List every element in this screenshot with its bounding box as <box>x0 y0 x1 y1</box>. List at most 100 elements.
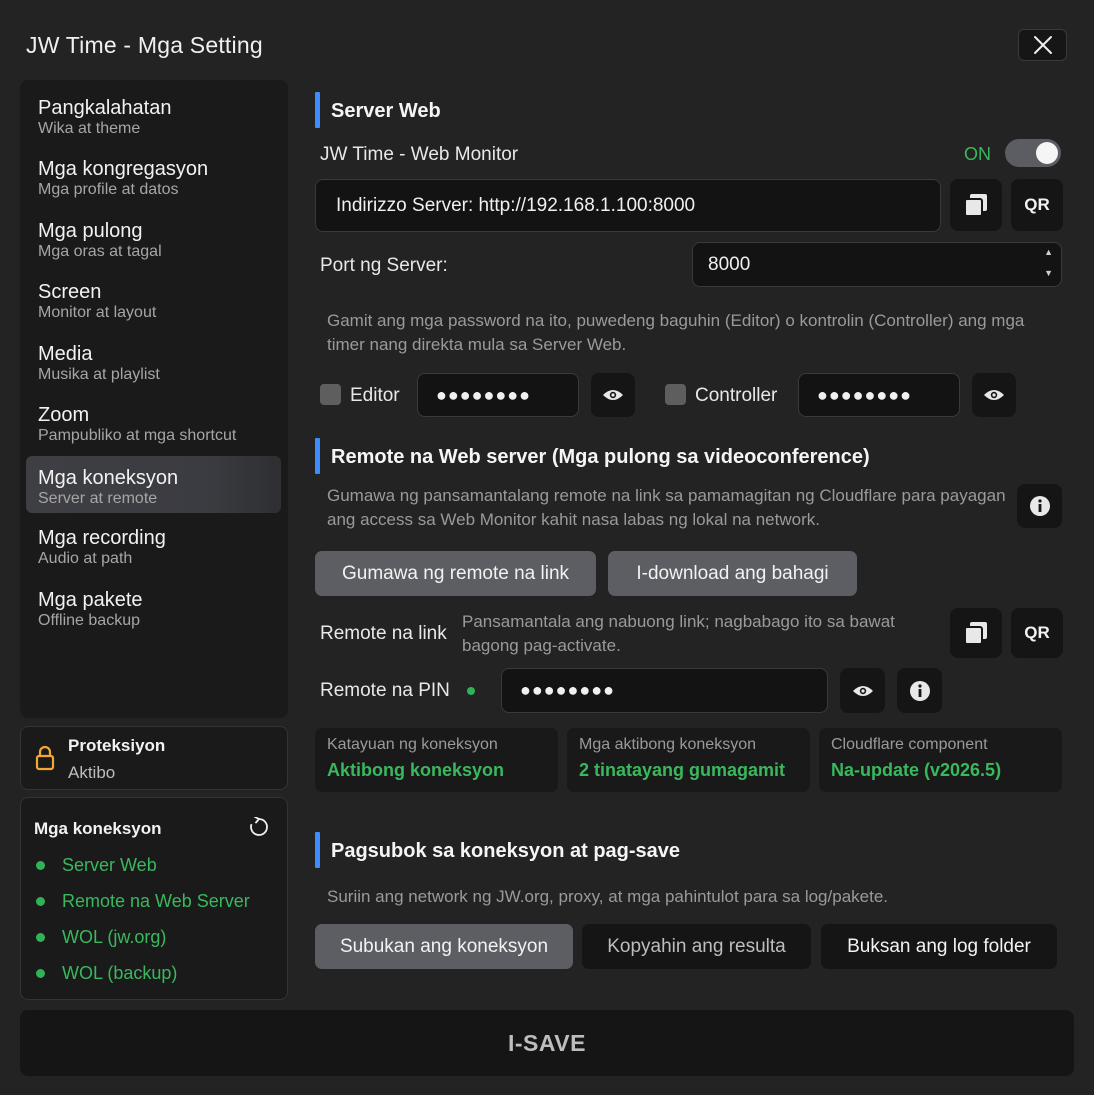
stat-label: Mga aktibong koneksyon <box>579 736 756 753</box>
sidebar-item-sub: Server at remote <box>38 490 158 507</box>
stat-label: Cloudflare component <box>831 736 988 753</box>
remote-pin-input[interactable]: ●●●●●●●● <box>501 668 828 713</box>
sidebar-item-zoom[interactable]: Zoom Pampubliko at mga shortcut <box>26 401 281 458</box>
controller-show-password-button[interactable] <box>972 373 1016 417</box>
spin-up-icon[interactable]: ▲ <box>1044 247 1053 257</box>
connection-item-wol-jw: WOL (jw.org) <box>36 927 166 948</box>
sidebar-item-recording[interactable]: Mga recording Audio at path <box>26 524 281 581</box>
copy-result-button[interactable]: Kopyahin ang resulta <box>582 924 811 969</box>
create-remote-link-button[interactable]: Gumawa ng remote na link <box>315 551 596 596</box>
connection-item-remote: Remote na Web Server <box>36 891 250 912</box>
spin-down-icon[interactable]: ▼ <box>1044 268 1053 278</box>
section-title-test: Pagsubok sa koneksyon at pag-save <box>331 840 681 862</box>
qr-button[interactable]: QR <box>1011 179 1063 231</box>
sidebar-item-label: Zoom <box>38 404 90 426</box>
connections-status-card: Mga koneksyon Server Web Remote na Web S… <box>20 797 288 1000</box>
toggle-knob <box>1036 142 1058 164</box>
pin-status-dot <box>467 687 475 695</box>
stat-cloudflare-component: Cloudflare component Na-update (v2026.5) <box>819 728 1062 792</box>
sidebar-item-pulong[interactable]: Mga pulong Mga oras at tagal <box>26 217 281 274</box>
section-accent-bar <box>315 832 320 868</box>
sidebar-item-label: Mga kongregasyon <box>38 158 209 180</box>
status-dot <box>36 969 45 978</box>
save-button[interactable]: I-SAVE <box>20 1010 1074 1076</box>
remote-description: Gumawa ng pansamantalang remote na link … <box>327 486 1006 529</box>
sidebar-item-pangkalahatan[interactable]: Pangkalahatan Wika at theme <box>26 94 281 151</box>
download-component-button[interactable]: I-download ang bahagi <box>608 551 857 596</box>
editor-password-input[interactable]: ●●●●●●●● <box>417 373 579 417</box>
lock-icon <box>35 745 55 771</box>
editor-label: Editor <box>350 385 400 406</box>
sidebar-item-sub: Mga profile at datos <box>38 181 179 198</box>
protection-title: Proteksiyon <box>68 736 166 755</box>
sidebar-item-screen[interactable]: Screen Monitor at layout <box>26 278 281 335</box>
web-monitor-label: JW Time - Web Monitor <box>320 144 519 165</box>
stat-connection-status: Katayuan ng koneksyon Aktibong koneksyon <box>315 728 558 792</box>
sidebar-item-label: Media <box>38 343 93 365</box>
sidebar-item-sub: Offline backup <box>38 612 140 629</box>
section-title-remote: Remote na Web server (Mga pulong sa vide… <box>331 446 870 468</box>
pin-info-button[interactable] <box>897 668 942 713</box>
copy-address-button[interactable] <box>950 179 1002 231</box>
web-monitor-toggle[interactable] <box>1005 139 1061 167</box>
controller-password-input[interactable]: ●●●●●●●● <box>798 373 960 417</box>
sidebar-item-sub: Musika at playlist <box>38 366 160 383</box>
copy-remote-link-button[interactable] <box>950 608 1002 658</box>
test-description: Suriin ang network ng JW.org, proxy, at … <box>327 887 888 906</box>
refresh-icon[interactable] <box>249 817 269 837</box>
sidebar-item-label: Mga koneksyon <box>38 467 179 489</box>
remote-pin-label: Remote na PIN <box>320 680 450 701</box>
qr-label: QR <box>1024 195 1050 214</box>
info-icon <box>909 680 930 701</box>
copy-icon <box>964 622 987 645</box>
remote-info-button[interactable] <box>1017 484 1062 528</box>
connections-title: Mga koneksyon <box>34 819 162 838</box>
controller-checkbox[interactable] <box>665 384 686 405</box>
port-input[interactable]: 8000 ▲ ▼ <box>692 242 1062 287</box>
connection-item-label: Server Web <box>62 855 157 875</box>
protection-card: Proteksiyon Aktibo <box>20 726 288 790</box>
sidebar-item-label: Mga pulong <box>38 220 143 242</box>
sidebar-item-sub: Audio at path <box>38 550 133 567</box>
stat-value: Na-update (v2026.5) <box>831 760 1002 780</box>
connection-item-label: WOL (backup) <box>62 963 178 983</box>
server-address-field[interactable]: Indirizzo Server: http://192.168.1.100:8… <box>315 179 941 232</box>
open-log-folder-button[interactable]: Buksan ang log folder <box>821 924 1057 969</box>
window-title: JW Time - Mga Setting <box>26 32 263 58</box>
sidebar-item-media[interactable]: Media Musika at playlist <box>26 340 281 397</box>
connection-item-server-web: Server Web <box>36 855 157 876</box>
password-description: Gamit ang mga password na ito, puwedeng … <box>327 311 1025 354</box>
status-dot <box>36 861 45 870</box>
pin-show-button[interactable] <box>840 668 885 713</box>
sidebar-item-kongregasyon[interactable]: Mga kongregasyon Mga profile at datos <box>26 155 281 212</box>
toggle-state-label: ON <box>964 144 991 164</box>
connection-item-label: Remote na Web Server <box>62 891 250 911</box>
stat-value: Aktibong koneksyon <box>327 760 505 780</box>
sidebar-item-sub: Monitor at layout <box>38 304 157 321</box>
sidebar-item-label: Screen <box>38 281 102 303</box>
copy-icon <box>964 194 987 217</box>
section-accent-bar <box>315 92 320 128</box>
sidebar-item-label: Pangkalahatan <box>38 97 172 119</box>
stat-active-connections: Mga aktibong koneksyon 2 tinatayang guma… <box>567 728 810 792</box>
test-connection-button[interactable]: Subukan ang koneksyon <box>315 924 573 969</box>
connection-item-label: WOL (jw.org) <box>62 927 167 947</box>
connection-item-wol-backup: WOL (backup) <box>36 963 177 984</box>
remote-qr-button[interactable]: QR <box>1011 608 1063 658</box>
eye-icon <box>852 685 873 696</box>
sidebar-item-label: Mga recording <box>38 527 166 549</box>
editor-checkbox[interactable] <box>320 384 341 405</box>
sidebar-item-koneksyon[interactable]: Mga koneksyon Server at remote <box>26 456 281 513</box>
remote-link-label: Remote na link <box>320 623 447 644</box>
sidebar-item-sub: Pampubliko at mga shortcut <box>38 427 237 444</box>
eye-icon <box>603 390 623 400</box>
port-label: Port ng Server: <box>320 255 448 276</box>
port-value: 8000 <box>708 253 751 275</box>
close-button[interactable] <box>1018 29 1067 61</box>
sidebar-item-pakete[interactable]: Mga pakete Offline backup <box>26 586 281 643</box>
status-dot <box>36 933 45 942</box>
remote-link-description: Pansamantala ang nabuong link; nagbabago… <box>462 612 895 655</box>
editor-show-password-button[interactable] <box>591 373 635 417</box>
info-icon <box>1029 496 1050 516</box>
section-title-server-web: Server Web <box>331 100 441 122</box>
